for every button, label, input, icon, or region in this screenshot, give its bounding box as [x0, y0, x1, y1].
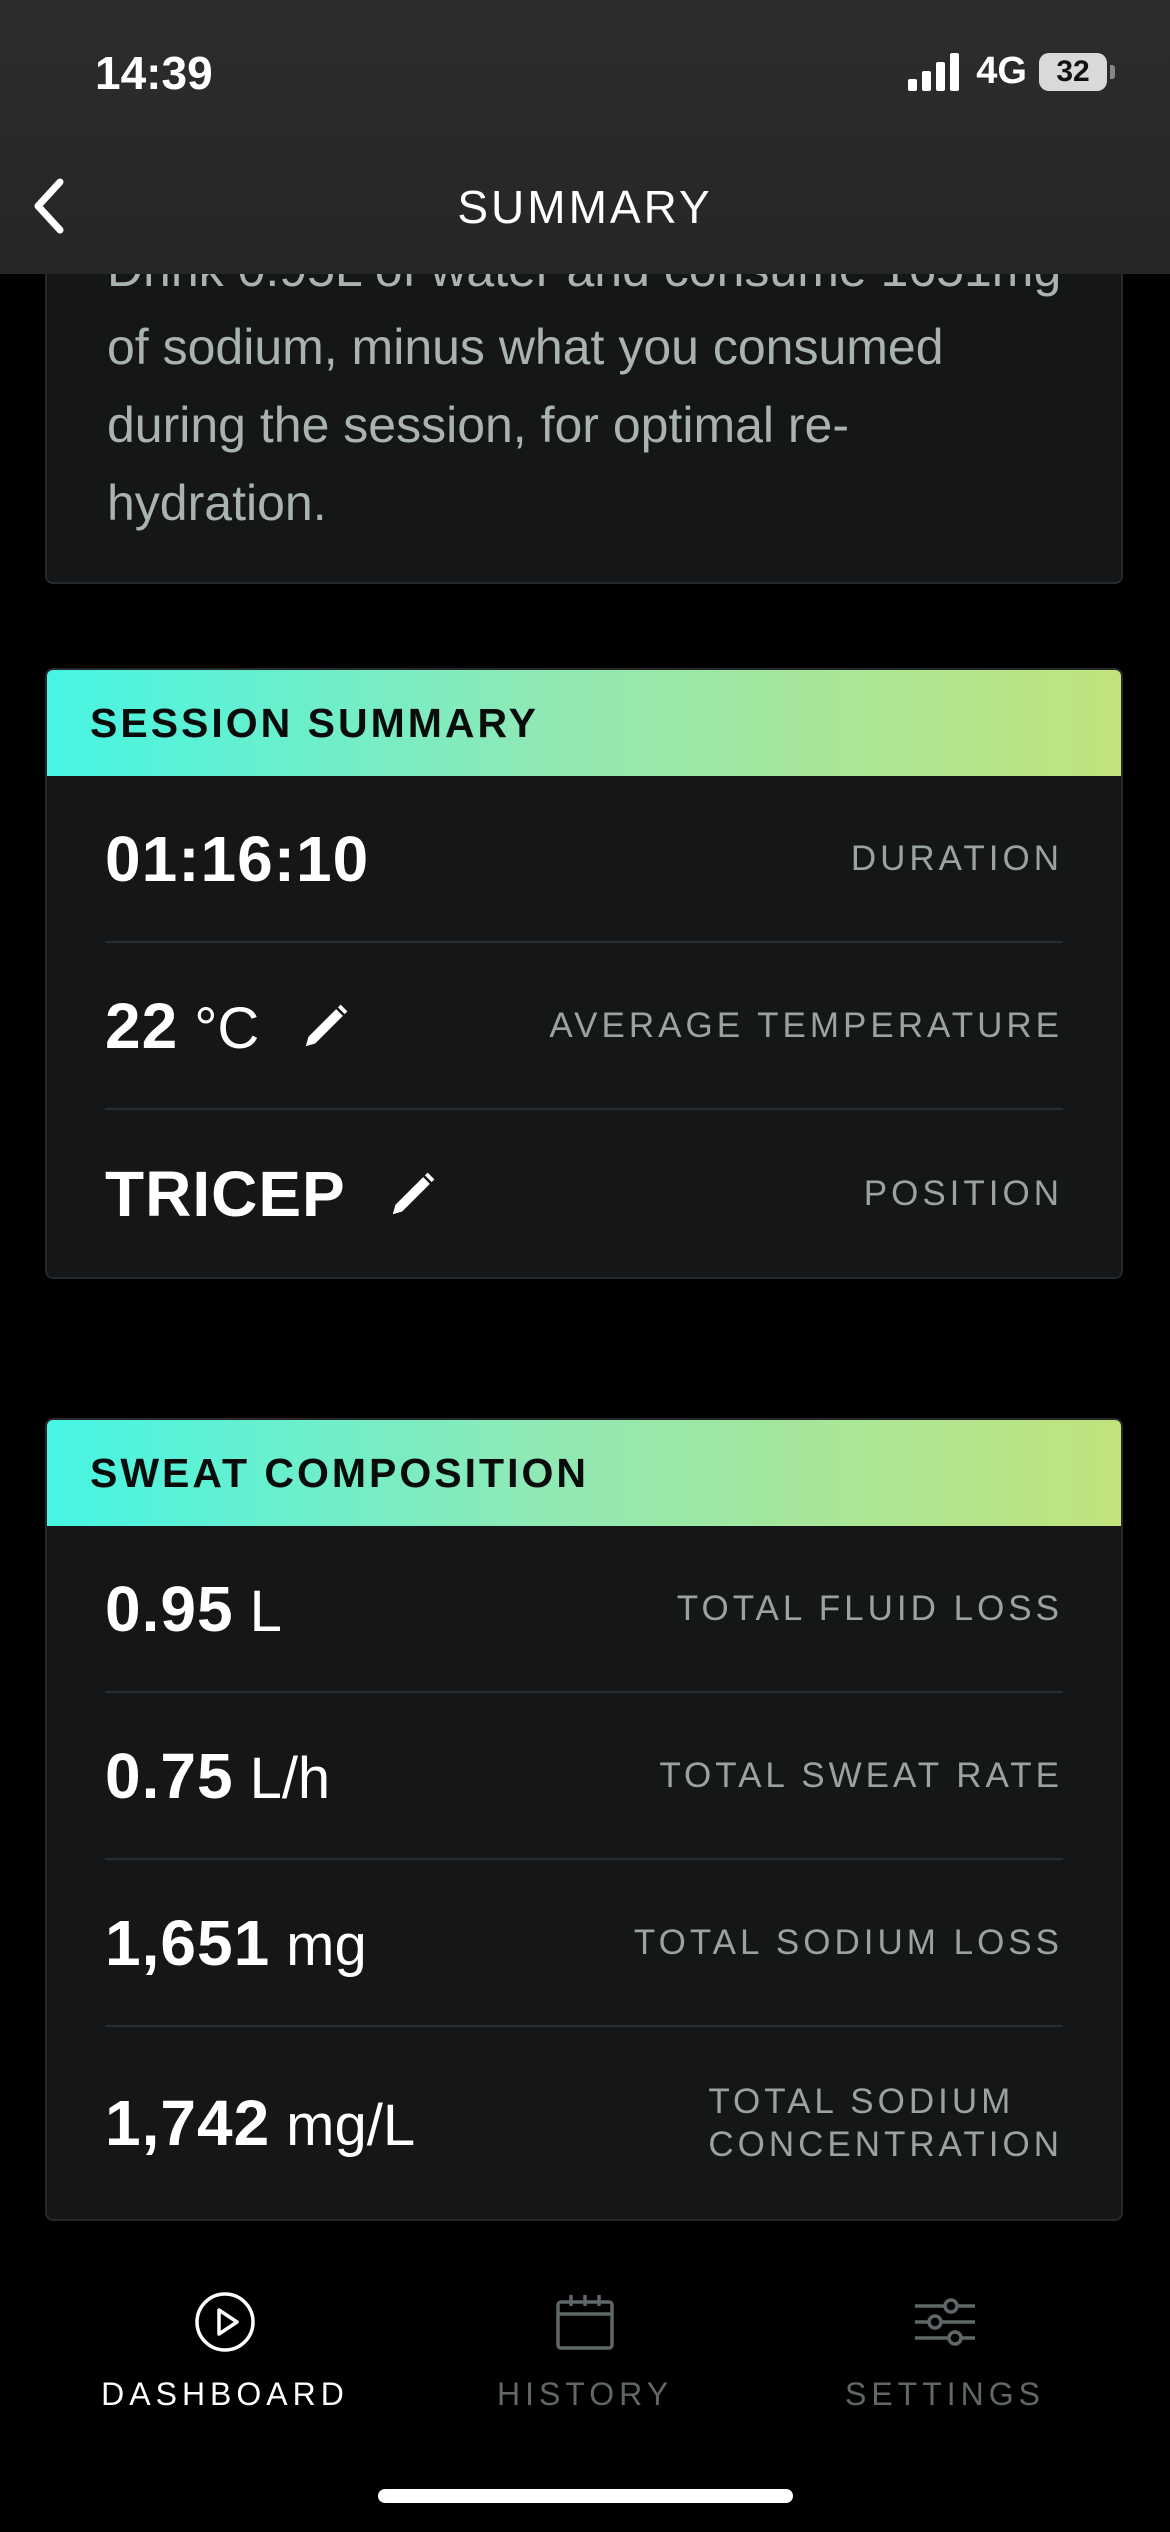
sodium-loss-value: 1,651 — [105, 1906, 271, 1979]
temperature-value: 22 — [105, 989, 179, 1062]
content-scroll-area[interactable]: Drink 0.95L of water and consume 1651mg … — [0, 0, 1170, 2532]
bottom-tab-bar: DASHBOARD HISTORY SETTINGS — [0, 2232, 1170, 2532]
tab-dashboard-label: DASHBOARD — [101, 2376, 349, 2412]
session-summary-header: SESSION SUMMARY — [47, 670, 1121, 776]
sodium-concentration-label: TOTAL SODIUM CONCENTRATION — [708, 2080, 1063, 2166]
battery-icon: 32 — [1039, 52, 1107, 91]
status-indicators: 4G 32 — [908, 50, 1115, 93]
tab-history-label: HISTORY — [496, 2376, 674, 2412]
sweat-composition-title: SWEAT COMPOSITION — [90, 1449, 589, 1496]
total-sodium-loss-row: 1,651 mg TOTAL SODIUM LOSS — [105, 1860, 1063, 2027]
play-circle-icon — [195, 2292, 255, 2352]
sweat-composition-card: SWEAT COMPOSITION 0.95 L TOTAL FLUID LOS… — [45, 1418, 1123, 2221]
tab-settings[interactable]: SETTINGS — [765, 2290, 1125, 2413]
tab-dashboard[interactable]: DASHBOARD — [45, 2290, 405, 2413]
position-label: POSITION — [863, 1174, 1063, 1213]
sodium-concentration-label-line1: TOTAL SODIUM — [708, 2082, 1015, 2121]
edit-temperature-pencil-icon[interactable] — [299, 999, 353, 1053]
fluid-loss-unit: L — [249, 1578, 282, 1644]
position-row[interactable]: TRICEP POSITION — [105, 1110, 1063, 1277]
duration-label: DURATION — [850, 839, 1063, 878]
network-type: 4G — [976, 50, 1027, 92]
session-summary-card: SESSION SUMMARY 01:16:10 DURATION 22 °C … — [45, 668, 1123, 1279]
sodium-concentration-value: 1,742 — [105, 2087, 271, 2159]
sodium-concentration-unit: mg/L — [286, 2093, 416, 2158]
calendar-icon — [556, 2295, 614, 2350]
temperature-unit: °C — [194, 995, 260, 1061]
edit-position-pencil-icon[interactable] — [386, 1167, 440, 1221]
average-temperature-label: AVERAGE TEMPERATURE — [549, 1006, 1063, 1045]
sodium-loss-label: TOTAL SODIUM LOSS — [633, 1923, 1063, 1962]
position-value: TRICEP — [105, 1157, 346, 1230]
sweat-composition-header: SWEAT COMPOSITION — [47, 1420, 1121, 1526]
tab-history[interactable]: HISTORY — [405, 2290, 765, 2413]
total-sodium-concentration-row: 1,742 mg/L TOTAL SODIUM CONCENTRATION — [105, 2027, 1063, 2219]
duration-row: 01:16:10 DURATION — [105, 776, 1063, 943]
cellular-signal-icon — [908, 52, 960, 91]
home-indicator[interactable] — [378, 2489, 793, 2503]
sweat-rate-label: TOTAL SWEAT RATE — [659, 1756, 1063, 1795]
battery-level: 32 — [1056, 54, 1090, 88]
duration-value: 01:16:10 — [105, 822, 370, 895]
total-fluid-loss-row: 0.95 L TOTAL FLUID LOSS — [105, 1526, 1063, 1693]
tab-settings-label: SETTINGS — [844, 2376, 1045, 2412]
page-title: SUMMARY — [457, 181, 713, 233]
rehydration-recommendation-text: Drink 0.95L of water and consume 1651mg … — [107, 241, 1061, 531]
sodium-loss-unit: mg — [286, 1912, 367, 1978]
total-sweat-rate-row: 0.75 L/h TOTAL SWEAT RATE — [105, 1693, 1063, 1860]
average-temperature-row[interactable]: 22 °C AVERAGE TEMPERATURE — [105, 943, 1063, 1110]
fluid-loss-label: TOTAL FLUID LOSS — [676, 1589, 1063, 1628]
fluid-loss-value: 0.95 — [105, 1572, 234, 1645]
sodium-concentration-label-line2: CONCENTRATION — [708, 2125, 1063, 2164]
sliders-icon — [915, 2298, 975, 2346]
battery-cap — [1110, 64, 1115, 79]
status-time: 14:39 — [95, 47, 213, 99]
top-navigation-bar: 14:39 4G 32 SUMMARY — [0, 0, 1170, 274]
session-summary-title: SESSION SUMMARY — [90, 699, 539, 746]
sweat-rate-unit: L/h — [249, 1745, 331, 1811]
sweat-rate-value: 0.75 — [105, 1739, 234, 1812]
